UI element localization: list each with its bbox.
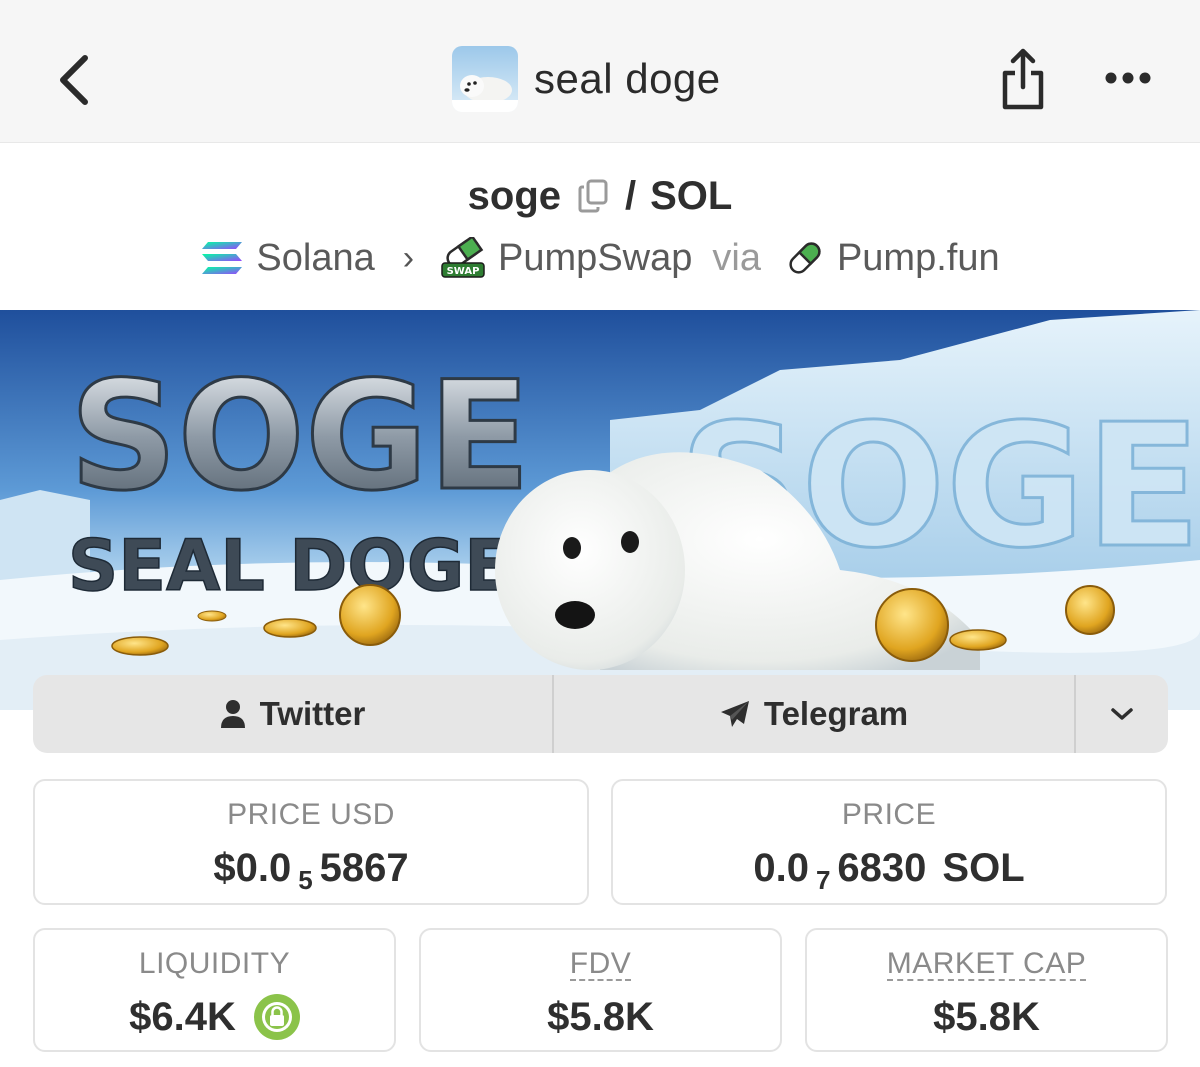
launchpad-name: Pump.fun [836,236,1000,279]
price-sol-digits: 6830 [837,846,927,890]
quote-symbol: SOL [650,173,733,218]
dex-link[interactable]: SWAP PumpSwap [440,237,692,280]
market-cap-label-wrap: MARKET CAP [807,946,1166,982]
price-usd-zero-count: 5 [298,865,313,895]
price-sol-card: PRICE 0.0 7 6830 SOL [611,779,1167,905]
person-icon [220,700,245,728]
price-sol-value: 0.0 7 6830 SOL [613,845,1165,895]
more-socials-button[interactable] [1076,675,1168,753]
route-breadcrumb: Solana › SWAP PumpSwap via Pump.fun [0,230,1200,286]
price-usd-card: PRICE USD $0.0 5 5867 [33,779,589,905]
share-icon [1002,48,1044,110]
pumpswap-icon: SWAP [441,237,485,278]
market-cap-card: MARKET CAP $5.8K [805,928,1168,1052]
top-nav-bar: seal doge [0,0,1200,143]
token-banner-image: SOGE SOGE SEAL DOGE [0,310,1200,710]
dex-name: PumpSwap [498,236,693,279]
launchpad-link[interactable]: Pump.fun [785,237,1000,280]
price-usd-digits: 5867 [319,846,409,890]
via-label: via [712,236,761,279]
twitter-label: Twitter [259,695,366,732]
fdv-label-wrap: FDV [421,946,780,982]
liquidity-value-wrap: $6.4K [35,994,394,1040]
socials-bar: Twitter Telegram [33,675,1168,753]
price-sol-zero-count: 7 [815,865,831,895]
base-symbol: soge [467,173,561,218]
share-button[interactable] [996,44,1050,114]
chain-link[interactable]: Solana [200,236,375,280]
banner-subhead: SEAL DOGE [68,525,512,607]
back-button[interactable] [48,48,100,112]
price-usd-prefix: $0.0 [213,846,292,890]
fdv-label[interactable]: FDV [569,949,632,981]
pill-icon [789,242,821,274]
chevron-right-icon: › [402,238,415,277]
twitter-button[interactable]: Twitter [33,675,554,753]
market-cap-label[interactable]: MARKET CAP [886,949,1087,981]
liquidity-locked-badge[interactable] [253,994,300,1040]
chevron-left-icon [60,55,88,105]
price-sol-label: PRICE [841,798,937,831]
token-avatar [452,46,518,112]
liquidity-label: LIQUIDITY [138,947,291,980]
token-title: seal doge [452,46,721,112]
lock-icon [261,1002,292,1032]
telegram-label: Telegram [763,695,909,732]
market-cap-value: $5.8K [933,995,1040,1039]
pair-header: soge / SOL [0,168,1200,224]
liquidity-card: LIQUIDITY $6.4K [33,928,396,1052]
page-title: seal doge [534,55,721,102]
more-options-button[interactable] [1098,58,1158,98]
paper-plane-icon [720,701,749,727]
copy-icon [578,179,608,213]
banner-headline: SOGE [69,350,530,524]
dex-badge: SWAP [447,266,480,277]
liquidity-value: $6.4K [129,995,236,1039]
chevron-down-icon [1111,708,1133,720]
copy-address-button[interactable] [575,176,611,216]
fdv-value: $5.8K [547,995,654,1039]
price-sol-prefix: 0.0 [753,846,809,890]
fdv-card: FDV $5.8K [419,928,782,1052]
price-usd-value: $0.0 5 5867 [35,845,587,895]
chain-name: Solana [256,236,375,279]
pair-separator: / [625,173,637,218]
price-usd-label: PRICE USD [227,798,395,831]
price-sol-unit: SOL [942,846,1025,890]
telegram-button[interactable]: Telegram [554,675,1076,753]
more-horizontal-icon [1105,72,1151,84]
solana-icon [202,242,243,274]
